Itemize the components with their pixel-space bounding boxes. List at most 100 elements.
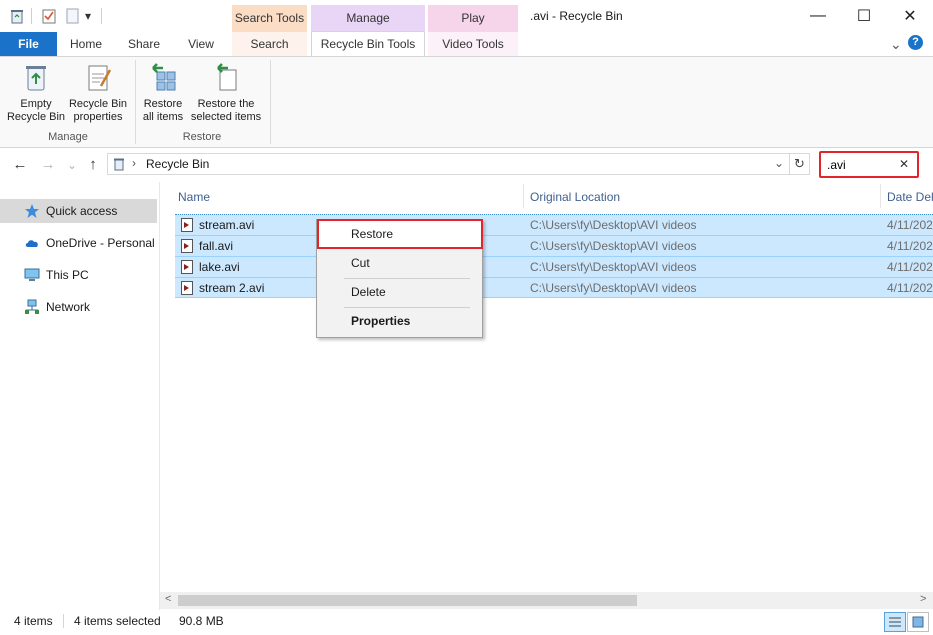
tab-file[interactable]: File — [0, 32, 57, 56]
file-name: fall.avi — [199, 239, 234, 253]
minimize-button[interactable]: — — [795, 0, 841, 32]
properties-icon[interactable] — [41, 8, 57, 24]
address-dropdown-icon[interactable]: ⌄ — [774, 156, 784, 170]
tab-recycle-bin-tools[interactable]: Recycle Bin Tools — [311, 31, 425, 57]
restore-all-icon — [152, 63, 176, 91]
scrollbar-thumb[interactable] — [178, 595, 637, 606]
recycle-bin-properties-icon — [88, 65, 112, 91]
recycle-bin-icon[interactable] — [9, 8, 25, 24]
menu-item-cut[interactable]: Cut — [317, 252, 482, 274]
back-button[interactable]: ← — [10, 155, 30, 175]
video-file-icon — [181, 239, 193, 253]
tab-video-tools[interactable]: Video Tools — [428, 32, 518, 56]
scroll-left-icon[interactable]: < — [165, 593, 171, 605]
nav-item-this-pc[interactable]: This PC — [0, 263, 157, 287]
details-view-button[interactable] — [884, 612, 906, 632]
manage-group-label: Manage — [48, 131, 88, 143]
empty-recycle-bin-label-2: Recycle Bin — [6, 111, 66, 123]
details-view-icon — [889, 617, 901, 627]
nav-item-label: Network — [46, 300, 91, 314]
nav-item-label: Quick access — [46, 204, 118, 218]
scroll-right-icon[interactable]: > — [920, 593, 926, 605]
file-date-deleted: 4/11/202 — [887, 239, 933, 253]
nav-item-onedrive[interactable]: OneDrive - Personal — [0, 231, 157, 255]
refresh-button[interactable]: ↻ — [790, 153, 810, 175]
large-icons-view-button[interactable] — [907, 612, 929, 632]
file-original-location: C:\Users\fy\Desktop\AVI videos — [530, 218, 697, 232]
menu-item-delete[interactable]: Delete — [317, 281, 482, 303]
file-original-location: C:\Users\fy\Desktop\AVI videos — [530, 239, 697, 253]
table-row[interactable]: fall.avi C:\Users\fy\Desktop\AVI videos … — [175, 235, 933, 256]
search-tools-group-header: Search Tools — [232, 5, 307, 32]
file-original-location: C:\Users\fy\Desktop\AVI videos — [530, 281, 697, 295]
star-icon — [25, 204, 39, 218]
nav-item-quick-access[interactable]: Quick access — [0, 199, 157, 223]
status-selected-count: 4 items selected — [74, 614, 161, 628]
tab-search[interactable]: Search — [232, 32, 307, 56]
network-icon — [25, 299, 39, 314]
nav-item-network[interactable]: Network — [0, 295, 157, 319]
large-icons-view-icon — [912, 616, 924, 628]
video-file-icon — [181, 281, 193, 295]
breadcrumb-separator-icon: › — [132, 156, 136, 170]
column-header-date-deleted[interactable]: Date Del — [887, 186, 933, 208]
tab-share[interactable]: Share — [118, 32, 170, 56]
table-row[interactable]: lake.avi C:\Users\fy\Desktop\AVI videos … — [175, 256, 933, 277]
maximize-button[interactable]: ☐ — [841, 0, 887, 32]
restore-all-items-button[interactable]: Restore all items — [138, 62, 188, 124]
nav-item-label: This PC — [46, 268, 89, 282]
file-date-deleted: 4/11/202 — [887, 218, 933, 232]
column-separator[interactable] — [523, 184, 524, 208]
window-title: .avi - Recycle Bin — [530, 9, 623, 23]
restore-group-label: Restore — [182, 131, 222, 143]
menu-item-properties[interactable]: Properties — [317, 310, 482, 332]
recycle-bin-properties-label-2: properties — [73, 111, 123, 123]
ribbon-expand-icon[interactable]: ⌄ — [890, 36, 902, 53]
file-original-location: C:\Users\fy\Desktop\AVI videos — [530, 260, 697, 274]
manage-group-header: Manage — [311, 5, 425, 32]
menu-separator — [344, 307, 470, 308]
restore-all-items-label-2: all items — [142, 111, 184, 123]
empty-recycle-bin-icon — [26, 66, 46, 91]
file-name: stream 2.avi — [199, 281, 265, 295]
help-icon[interactable]: ? — [908, 35, 923, 50]
clear-search-icon[interactable]: ✕ — [899, 157, 909, 171]
ribbon-group-separator — [135, 60, 136, 144]
play-group-header: Play — [428, 5, 518, 32]
restore-selected-items-button[interactable]: Restore the selected items — [189, 62, 263, 124]
column-header-original-location[interactable]: Original Location — [530, 186, 620, 208]
search-input[interactable]: .avi — [827, 158, 846, 172]
close-button[interactable]: ✕ — [887, 0, 933, 32]
recycle-bin-location-icon — [114, 158, 124, 171]
table-row[interactable]: stream 2.avi C:\Users\fy\Desktop\AVI vid… — [175, 277, 933, 298]
column-header-name[interactable]: Name — [178, 186, 210, 208]
qat-dropdown-icon[interactable]: ▾ — [85, 9, 91, 23]
qat-separator — [31, 8, 32, 24]
menu-separator — [344, 278, 470, 279]
recycle-bin-properties-label-1: Recycle Bin — [68, 98, 128, 110]
column-separator[interactable] — [880, 184, 881, 208]
search-box[interactable]: .avi ✕ — [819, 151, 919, 178]
empty-recycle-bin-button[interactable]: Empty Recycle Bin — [4, 62, 68, 124]
status-selected-size: 90.8 MB — [179, 614, 224, 628]
restore-selected-items-label-1: Restore the — [197, 98, 255, 110]
restore-selected-icon — [217, 63, 237, 91]
up-button[interactable]: ↑ — [83, 155, 103, 175]
menu-item-restore[interactable]: Restore — [317, 223, 482, 245]
tab-view[interactable]: View — [176, 32, 226, 56]
file-date-deleted: 4/11/202 — [887, 260, 933, 274]
nav-pane-divider — [159, 182, 160, 610]
tab-home[interactable]: Home — [60, 32, 112, 56]
status-item-count: 4 items — [14, 614, 53, 628]
forward-button[interactable]: → — [38, 155, 58, 175]
recycle-bin-properties-button[interactable]: Recycle Bin properties — [66, 62, 130, 124]
table-row[interactable]: stream.avi C:\Users\fy\Desktop\AVI video… — [175, 214, 933, 235]
recent-locations-button[interactable]: ⌄ — [62, 155, 82, 175]
file-name: stream.avi — [199, 218, 255, 232]
cloud-icon — [25, 240, 38, 247]
address-bar[interactable]: › Recycle Bin ⌄ — [107, 153, 790, 175]
restore-selected-items-label-2: selected items — [190, 111, 262, 123]
breadcrumb-recycle-bin[interactable]: Recycle Bin — [146, 157, 209, 171]
new-folder-icon[interactable] — [65, 8, 81, 24]
nav-item-label: OneDrive - Personal — [46, 236, 155, 250]
